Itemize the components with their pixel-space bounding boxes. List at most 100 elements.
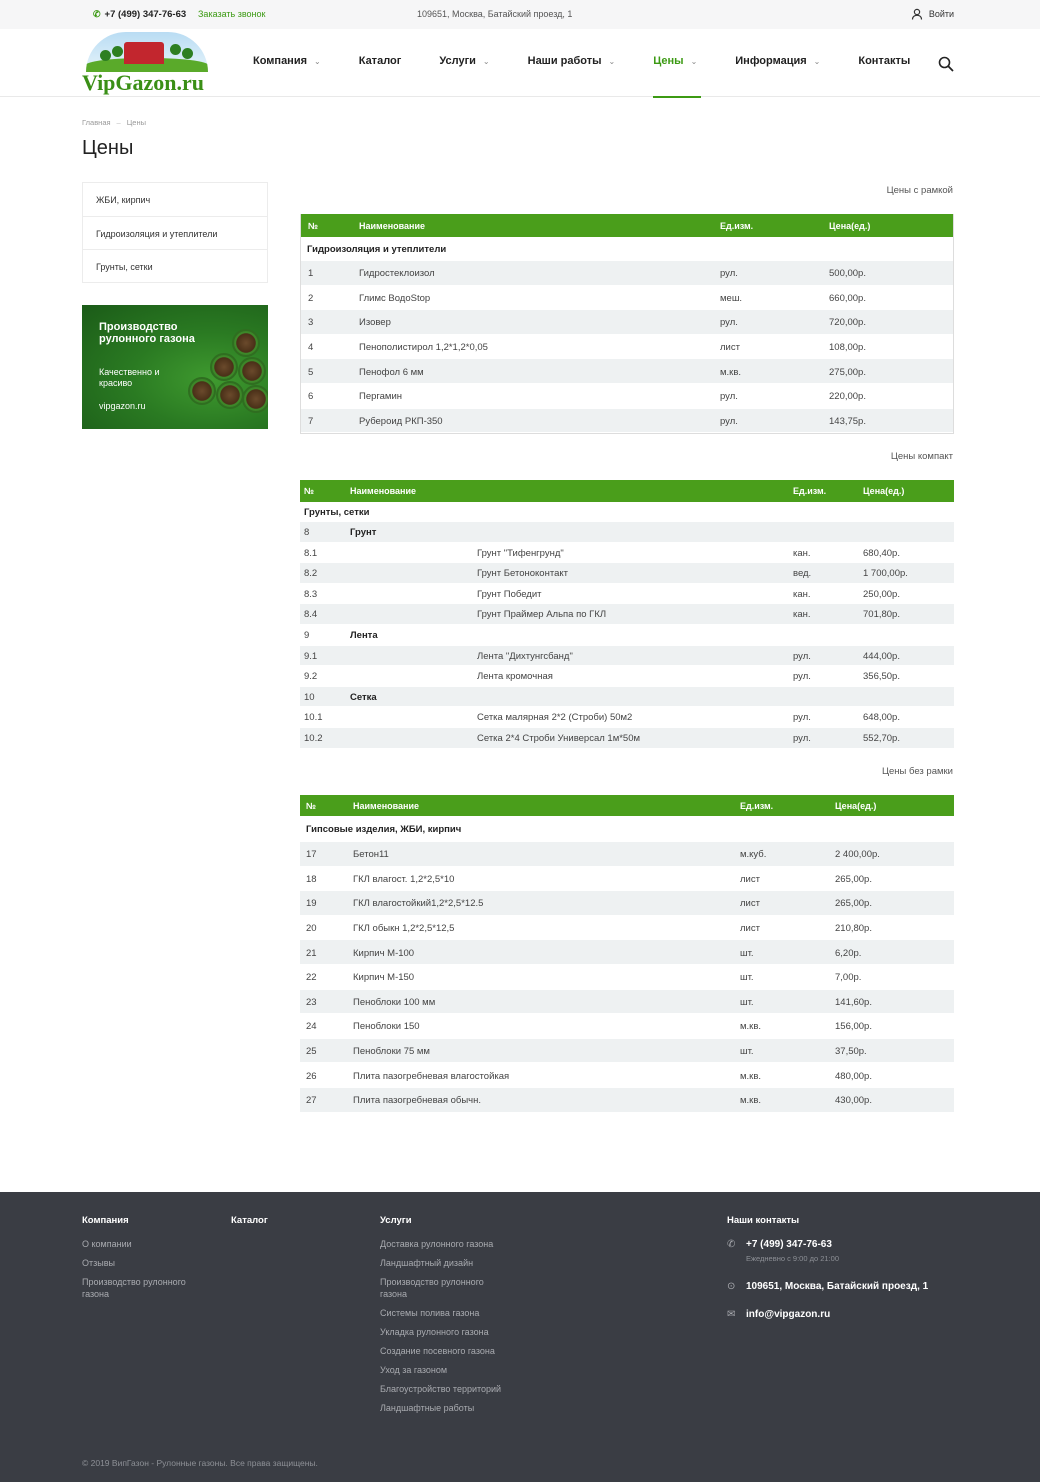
column-header: Наименование <box>359 220 426 231</box>
nav-info[interactable]: Информация ⌄ <box>735 55 820 67</box>
footer-link[interactable]: Отзывы <box>82 1257 207 1269</box>
table-cell: 24 <box>306 1021 317 1033</box>
footer-link[interactable]: Производство рулонного газона <box>380 1276 505 1300</box>
table-cell: рул. <box>720 317 738 329</box>
search-icon <box>938 56 954 72</box>
item-unit: кан. <box>793 609 811 621</box>
mail-icon: ✉ <box>727 1309 736 1320</box>
promo-banner[interactable]: Производство рулонного газона Качественн… <box>82 305 268 429</box>
table-row: 8.2 Грунт Бетоноконтакт вед. 1 700,00р. <box>300 563 954 584</box>
table-cell: 17 <box>306 849 317 861</box>
table-header: № Наименование Ед.изм. Цена(ед.) <box>301 214 953 237</box>
footer-catalog-title[interactable]: Каталог <box>231 1215 268 1226</box>
footer-link[interactable]: Производство рулонного газона <box>82 1276 207 1300</box>
table-cell: Пеноблоки 75 мм <box>353 1046 430 1058</box>
sidebar-item-soil[interactable]: Грунты, сетки <box>83 249 267 282</box>
table-row: 20 ГКЛ обыкн 1,2*2,5*12,5 лист 210,80р. <box>300 916 954 941</box>
table-row: 21 Кирпич М-100 шт. 6,20р. <box>300 940 954 965</box>
top-phone[interactable]: ✆ +7 (499) 347-76-63 <box>93 9 186 20</box>
item-price: 1 700,00р. <box>863 568 908 580</box>
footer-address: ⊙ 109651, Москва, Батайский проезд, 1 <box>727 1281 929 1292</box>
login-link[interactable]: Войти <box>911 8 954 20</box>
footer-phone[interactable]: ✆ +7 (499) 347-76-63 Ежедневно с 9:00 до… <box>727 1239 839 1263</box>
nav-services[interactable]: Услуги ⌄ <box>439 55 489 67</box>
row-number: 10.2 <box>304 732 323 744</box>
footer-services: Услуги Доставка рулонного газона Ландшаф… <box>380 1215 505 1421</box>
table-cell: 6,20р. <box>835 947 862 959</box>
table-cell: Пенополистирол 1,2*1,2*0,05 <box>359 342 488 354</box>
table-row: 19 ГКЛ влагостойкий1,2*2,5*12.5 лист 265,00… <box>300 891 954 916</box>
table-row: 2 Глимс ВодоStop меш. 660,00р. <box>301 286 953 311</box>
table-cell: лист <box>740 873 760 885</box>
nav-prices[interactable]: Цены ⌄ <box>653 55 702 98</box>
footer-services-title[interactable]: Услуги <box>380 1215 505 1226</box>
table-row: 26 Плита пазогребневая влагостойкая м.кв. 4… <box>300 1063 954 1088</box>
group-row: Гидроизоляция и утеплители <box>301 237 953 261</box>
banner-title: Производство рулонного газона <box>99 321 195 345</box>
row-number: 9 <box>304 629 310 641</box>
footer-link[interactable]: Доставка рулонного газона <box>380 1238 505 1250</box>
column-header: Ед.изм. <box>740 800 774 811</box>
footer-link[interactable]: Создание посевного газона <box>380 1345 505 1357</box>
footer-company-title[interactable]: Компания <box>82 1215 207 1226</box>
table-cell: Пеноблоки 100 мм <box>353 996 436 1008</box>
chevron-down-icon: ⌄ <box>482 57 490 66</box>
table-row: 10 Сетка <box>300 686 954 708</box>
price-table-borderless: № Наименование Ед.изм. Цена(ед.) Гипсовые из… <box>300 795 954 1113</box>
table-cell: м.кв. <box>740 1070 762 1082</box>
column-header: № <box>306 800 317 811</box>
table-cell: 7,00р. <box>835 972 862 984</box>
table-row: 17 Бетон11 м.куб. 2 400,00р. <box>300 842 954 867</box>
table-row: 4 Пенополистирол 1,2*1,2*0,05 лист 108,00р. <box>301 335 953 360</box>
footer-link[interactable]: Системы полива газона <box>380 1307 505 1319</box>
item-unit: рул. <box>793 671 811 683</box>
sidebar-item-hydro[interactable]: Гидроизоляция и утеплители <box>83 216 267 249</box>
table-cell: 430,00р. <box>835 1095 872 1107</box>
nav-contacts[interactable]: Контакты <box>858 55 910 67</box>
table-cell: 108,00р. <box>829 342 866 354</box>
banner-site: vipgazon.ru <box>99 401 146 411</box>
footer-email[interactable]: ✉ info@vipgazon.ru <box>727 1309 830 1320</box>
table-cell: Глимс ВодоStop <box>359 292 431 304</box>
column-header: № <box>308 220 319 231</box>
item-price: 250,00р. <box>863 588 900 600</box>
table-cell: 2 400,00р. <box>835 849 880 861</box>
logo-graphic <box>86 32 208 72</box>
column-header: Наименование <box>350 486 417 496</box>
footer-link[interactable]: Укладка рулонного газона <box>380 1326 505 1338</box>
footer-link[interactable]: Благоустройство территорий <box>380 1383 505 1395</box>
table-row: 22 Кирпич М-150 шт. 7,00р. <box>300 965 954 990</box>
row-number: 10.1 <box>304 712 323 724</box>
callback-link[interactable]: Заказать звонок <box>198 9 265 19</box>
footer-link[interactable]: О компании <box>82 1238 207 1250</box>
footer-link[interactable]: Ландшафтные работы <box>380 1402 505 1414</box>
table-row: 10.1 Сетка малярная 2*2 (Строби) 50м2 рул.… <box>300 707 954 728</box>
item-price: 444,00р. <box>863 650 900 662</box>
table-cell: рул. <box>720 415 738 427</box>
page-title: Цены <box>82 137 134 159</box>
nav-works[interactable]: Наши работы ⌄ <box>528 55 616 67</box>
footer-catalog: Каталог <box>231 1215 268 1238</box>
table-cell: рул. <box>720 391 738 403</box>
copyright: © 2019 ВипГазон - Рулонные газоны. Все п… <box>82 1458 318 1468</box>
phone-icon: ✆ <box>727 1239 736 1250</box>
breadcrumb-home[interactable]: Главная <box>82 118 111 127</box>
nav-catalog[interactable]: Каталог <box>359 55 402 67</box>
table-cell: лист <box>740 923 760 935</box>
table-cell: м.куб. <box>740 849 767 861</box>
item-name: Сетка 2*4 Строби Универсал 1м*50м <box>477 732 641 744</box>
column-header: Цена(ед.) <box>863 486 905 496</box>
table-cell: м.кв. <box>740 1021 762 1033</box>
site-logo[interactable]: VipGazon.ru <box>82 32 212 95</box>
footer-link[interactable]: Ландшафтный дизайн <box>380 1257 505 1269</box>
search-button[interactable] <box>938 56 954 75</box>
subgroup-title: Сетка <box>350 691 377 703</box>
item-name: Сетка малярная 2*2 (Строби) 50м2 <box>477 712 633 724</box>
footer-link[interactable]: Уход за газоном <box>380 1364 505 1376</box>
nav-company[interactable]: Компания ⌄ <box>253 55 321 67</box>
table-cell: Кирпич М-150 <box>353 972 415 984</box>
table-cell: лист <box>740 898 760 910</box>
item-unit: рул. <box>793 732 811 744</box>
sidebar-item-zhbi[interactable]: ЖБИ, кирпич <box>83 183 267 216</box>
item-unit: кан. <box>793 547 811 559</box>
